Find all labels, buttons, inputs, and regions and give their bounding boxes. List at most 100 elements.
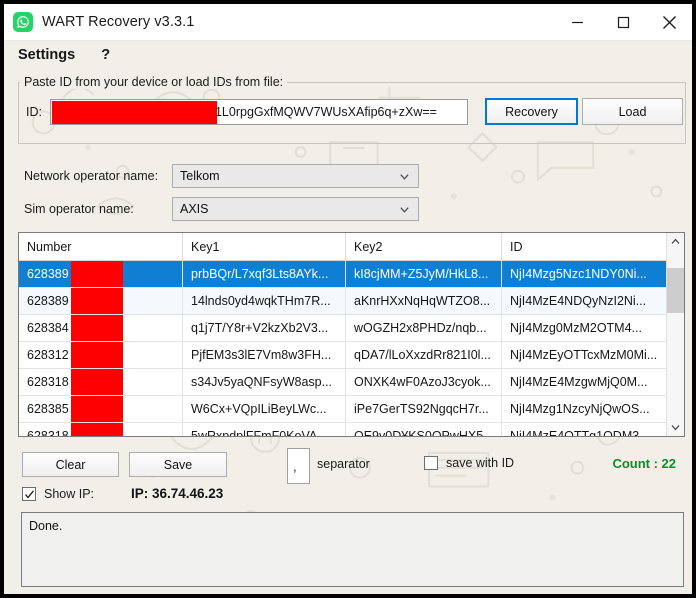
cell-number-text: 628312 — [27, 348, 69, 362]
log-output[interactable]: Done. — [21, 512, 684, 587]
title-bar: WART Recovery v3.3.1 — [4, 4, 692, 41]
number-redaction-block — [71, 342, 123, 368]
cell-id: NjI4MzEyOTTcxMzM0Mi... — [502, 342, 666, 368]
id-row: ID: 1L0rpgGxfMQWV7WUsXAfip6q+zXw== — [26, 99, 468, 125]
menu-item-settings[interactable]: Settings — [18, 47, 75, 63]
network-operator-select[interactable]: Telkom — [172, 164, 419, 188]
minimize-icon[interactable] — [554, 4, 600, 40]
column-header-number[interactable]: Number — [19, 233, 183, 260]
cell-number-text: 628389 — [27, 267, 69, 281]
cell-number: 628384 — [19, 315, 183, 341]
separator-input[interactable]: , — [287, 448, 310, 484]
cell-number: 628312 — [19, 342, 183, 368]
save-button[interactable]: Save — [129, 452, 227, 477]
cell-id: NjI4MzE4OTTg1ODM3 — [502, 423, 666, 436]
column-header-id[interactable]: ID — [502, 233, 666, 260]
table-row[interactable]: 628318 5wRxpdplFFmF0KoVA OE9v0D¥KS0QPwHX5 N… — [19, 423, 666, 436]
cell-id: NjI4MzE4MzgwMjQ0M... — [502, 369, 666, 395]
cell-number-text: 628385 — [27, 402, 69, 416]
load-button[interactable]: Load — [582, 98, 683, 125]
show-ip-label: Show IP: — [44, 487, 95, 501]
table-row[interactable]: 628318 s34Jv5yaQNFsyW8asp... ONXK4wF0AzoJ3… — [19, 369, 666, 396]
table-row[interactable]: 628389 prbBQr/L7xqf3Lts8AYk... kI8cjMM+Z5J… — [19, 261, 666, 288]
separator-label: separator — [317, 457, 370, 471]
cell-key2: wOGZH2x8PHDz/nqb... — [346, 315, 502, 341]
cell-key2: qDA7/lLoXxzdRr821I0l... — [346, 342, 502, 368]
number-redaction-block — [71, 396, 123, 422]
chevron-down-icon — [400, 206, 409, 213]
cell-key1: prbBQr/L7xqf3Lts8AYk... — [183, 261, 346, 287]
sim-operator-label: Sim operator name: — [24, 202, 134, 216]
number-redaction-block — [71, 369, 123, 395]
chevron-down-icon — [400, 173, 409, 180]
cell-key1: s34Jv5yaQNFsyW8asp... — [183, 369, 346, 395]
clear-button[interactable]: Clear — [22, 452, 119, 477]
id-redaction-block — [51, 101, 217, 124]
sim-operator-row: Sim operator name: AXIS — [24, 197, 419, 221]
checkmark-icon — [24, 489, 34, 499]
number-redaction-block — [71, 315, 123, 341]
cell-number: 628318 — [19, 423, 183, 436]
table-header-row: Number Key1 Key2 ID — [19, 233, 666, 261]
network-operator-value: Telkom — [180, 169, 220, 183]
number-redaction-block — [71, 261, 123, 287]
cell-key1: 5wRxpdplFFmF0KoVA — [183, 423, 346, 436]
table-body: 628389 prbBQr/L7xqf3Lts8AYk... kI8cjMM+Z5J… — [19, 261, 666, 436]
cell-number: 628389 — [19, 261, 183, 287]
cell-key2: iPe7GerTS92NgqcH7r... — [346, 396, 502, 422]
cell-number-text: 628318 — [27, 429, 69, 436]
table-row[interactable]: 628312 PjfEM3s3lE7Vm8w3FH... qDA7/lLoXxzdR… — [19, 342, 666, 369]
application-window: WART Recovery v3.3.1 Settings ? Paste ID… — [0, 0, 696, 598]
cell-id: NjI4Mzg5Nzc1NDY0Ni... — [502, 261, 666, 287]
network-operator-row: Network operator name: Telkom — [24, 164, 419, 188]
save-with-id-checkbox[interactable] — [424, 456, 438, 470]
number-redaction-block — [71, 288, 123, 314]
column-header-key2[interactable]: Key2 — [346, 233, 502, 260]
save-with-id-label: save with ID — [446, 456, 515, 470]
cell-key2: kI8cjMM+Z5JyM/HkL8... — [346, 261, 502, 287]
show-ip-checkbox[interactable] — [22, 487, 36, 501]
maximize-icon[interactable] — [600, 4, 646, 40]
network-operator-label: Network operator name: — [24, 169, 159, 183]
table-vertical-scrollbar[interactable] — [666, 233, 684, 436]
cell-key2: ONXK4wF0AzoJ3cyok... — [346, 369, 502, 395]
cell-number: 628385 — [19, 396, 183, 422]
cell-key1: W6Cx+VQpILiBeyLWc... — [183, 396, 346, 422]
results-table: Number Key1 Key2 ID 628389 prbBQr/L7xqf3L… — [18, 232, 685, 437]
window-controls — [554, 4, 692, 40]
table-row[interactable]: 628385 W6Cx+VQpILiBeyLWc... iPe7GerTS92Ngq… — [19, 396, 666, 423]
cell-number: 628389 — [19, 288, 183, 314]
id-group-title: Paste ID from your device or load IDs fr… — [20, 75, 288, 89]
id-input[interactable]: 1L0rpgGxfMQWV7WUsXAfip6q+zXw== — [49, 99, 468, 125]
cell-key2: aKnrHXxNqHqWTZO8... — [346, 288, 502, 314]
window-title: WART Recovery v3.3.1 — [42, 14, 195, 30]
cell-key1: PjfEM3s3lE7Vm8w3FH... — [183, 342, 346, 368]
menu-item-help[interactable]: ? — [101, 47, 110, 63]
column-header-key1[interactable]: Key1 — [183, 233, 346, 260]
cell-id: NjI4Mzg1NzcyNjQwOS... — [502, 396, 666, 422]
cell-id: NjI4MzE4NDQyNzI2Ni... — [502, 288, 666, 314]
save-with-id-checkbox-row[interactable]: save with ID — [424, 456, 514, 470]
cell-key2: OE9v0D¥KS0QPwHX5 — [346, 423, 502, 436]
scrollbar-thumb[interactable] — [667, 268, 684, 313]
cell-key1: 14lnds0yd4wqkTHm7R... — [183, 288, 346, 314]
count-label: Count : 22 — [612, 456, 676, 471]
cell-number-text: 628384 — [27, 321, 69, 335]
cell-number-text: 628389 — [27, 294, 69, 308]
id-label: ID: — [26, 105, 42, 119]
scroll-down-icon[interactable] — [667, 419, 684, 436]
close-icon[interactable] — [646, 4, 692, 40]
show-ip-checkbox-row[interactable]: Show IP: — [22, 487, 94, 501]
sim-operator-value: AXIS — [180, 202, 209, 216]
cell-number-text: 628318 — [27, 375, 69, 389]
id-input-value: 1L0rpgGxfMQWV7WUsXAfip6q+zXw== — [214, 105, 437, 119]
table-row[interactable]: 628384 q1j7T/Y8r+V2kzXb2V3... wOGZH2x8PHDz… — [19, 315, 666, 342]
cell-id: NjI4Mzg0MzM2OTM4... — [502, 315, 666, 341]
sim-operator-select[interactable]: AXIS — [172, 197, 419, 221]
number-redaction-block — [71, 423, 123, 436]
scrollbar-track[interactable] — [667, 250, 684, 419]
results-grid: Number Key1 Key2 ID 628389 prbBQr/L7xqf3L… — [19, 233, 666, 436]
table-row[interactable]: 628389 14lnds0yd4wqkTHm7R... aKnrHXxNqHqWT… — [19, 288, 666, 315]
recovery-button[interactable]: Recovery — [485, 98, 578, 125]
scroll-up-icon[interactable] — [667, 233, 684, 250]
